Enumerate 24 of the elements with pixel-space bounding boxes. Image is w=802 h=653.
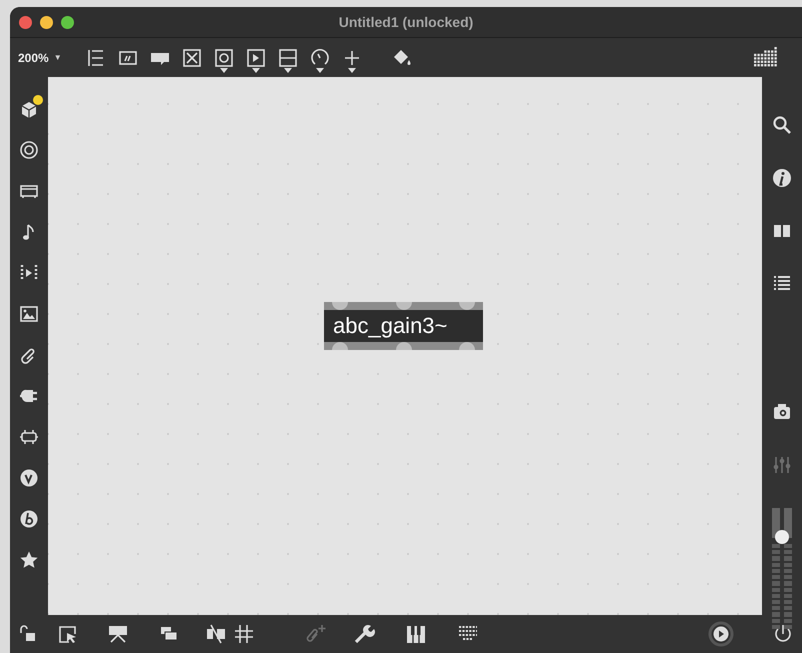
patcher-canvas[interactable]: abc_gain3~ <box>48 77 762 615</box>
b-circle-icon[interactable] <box>19 509 39 529</box>
presentation-icon[interactable] <box>107 623 129 645</box>
image-icon[interactable] <box>19 304 39 324</box>
minimize-button[interactable] <box>40 16 53 28</box>
search-icon[interactable] <box>772 115 792 135</box>
connector-icon[interactable] <box>19 427 39 447</box>
zoom-button[interactable] <box>61 16 74 28</box>
target-icon[interactable] <box>19 140 39 160</box>
play-circle-icon[interactable] <box>707 620 735 648</box>
wrench-icon[interactable] <box>353 623 375 645</box>
hide-icon[interactable] <box>205 623 227 645</box>
zoom-menu[interactable]: 200% ▼ <box>18 46 62 68</box>
object-text: abc_gain3~ <box>324 310 483 342</box>
v-circle-icon[interactable] <box>19 468 39 488</box>
close-button[interactable] <box>19 16 32 28</box>
camera-icon[interactable] <box>772 402 792 422</box>
info-icon[interactable] <box>772 168 792 188</box>
window-title: Untitled1 (unlocked) <box>338 14 474 30</box>
grid-lines-icon[interactable] <box>233 623 255 645</box>
piano-icon[interactable] <box>405 623 427 645</box>
volume-slider[interactable] <box>771 508 793 629</box>
select-cursor-icon[interactable] <box>57 623 79 645</box>
star-icon[interactable] <box>19 550 39 570</box>
